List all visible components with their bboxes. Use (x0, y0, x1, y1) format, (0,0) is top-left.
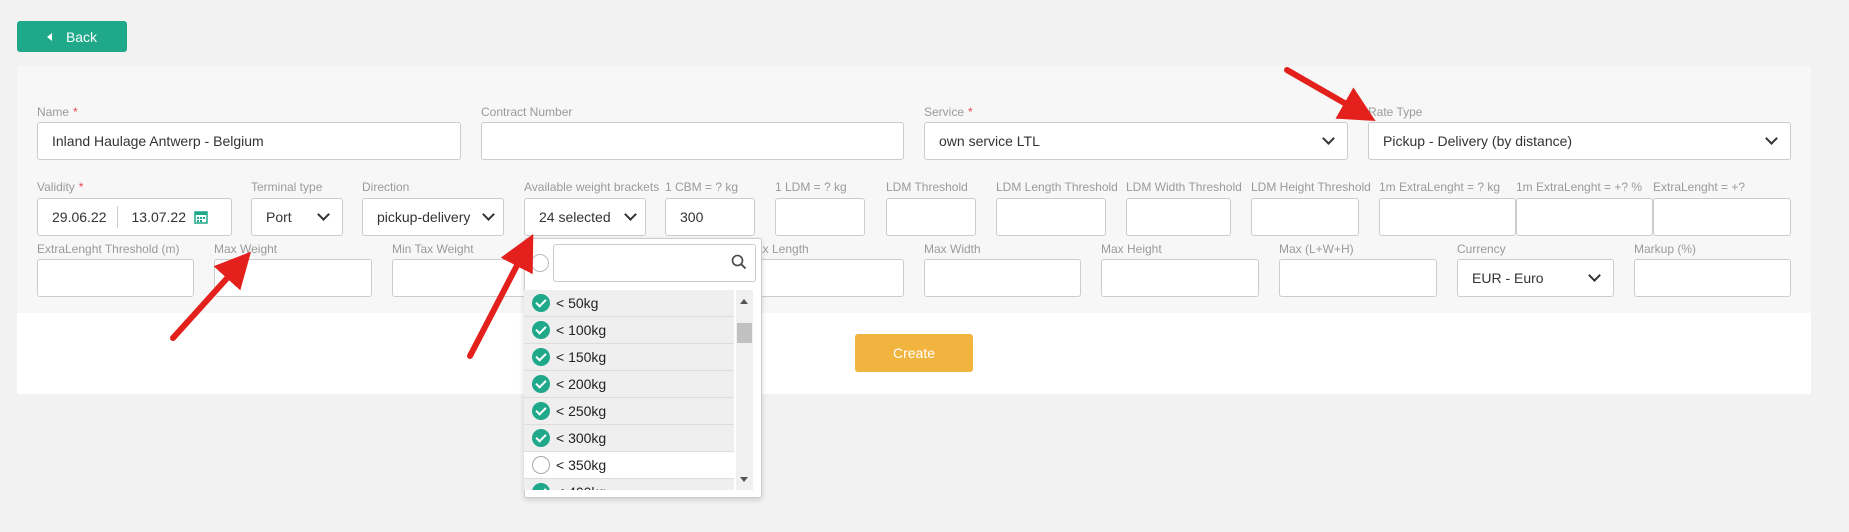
terminal-type-label: Terminal type (251, 180, 323, 194)
search-icon (731, 254, 747, 270)
ldm-height-threshold-label: LDM Height Threshold (1251, 180, 1371, 194)
dropdown-scrollbar[interactable] (736, 290, 753, 490)
contract-number-label: Contract Number (481, 105, 573, 119)
chevron-down-icon (482, 208, 495, 221)
calendar-icon[interactable] (194, 210, 208, 224)
validity-to[interactable]: 13.07.22 (118, 209, 195, 225)
dropdown-option-label: < 400kg (556, 484, 606, 490)
empty-circle-icon (532, 456, 550, 474)
dropdown-option[interactable]: < 150kg (524, 344, 734, 371)
dropdown-option[interactable]: < 100kg (524, 317, 734, 344)
select-all-radio[interactable] (531, 254, 549, 272)
dropdown-option-list: < 50kg < 100kg < 150kg < 200kg < 250kg < 300k… (524, 290, 734, 490)
direction-select[interactable]: pickup-delivery (362, 198, 504, 236)
check-circle-icon (532, 294, 550, 312)
extra-length-kg-input[interactable] (1379, 198, 1516, 236)
max-width-input[interactable] (924, 259, 1081, 297)
extra-length-plus-label: ExtraLenght = +? (1653, 180, 1746, 194)
dropdown-option-label: < 50kg (556, 295, 599, 311)
chevron-down-icon (1765, 132, 1778, 145)
dropdown-search-input[interactable] (553, 244, 756, 282)
dropdown-option[interactable]: < 250kg (524, 398, 734, 425)
chevron-down-icon (1588, 269, 1601, 282)
ldm-height-threshold-input[interactable] (1251, 198, 1359, 236)
chevron-down-icon (317, 208, 330, 221)
cbm-input[interactable]: 300 (665, 198, 755, 236)
ldm-width-threshold-label: LDM Width Threshold (1126, 180, 1242, 194)
check-circle-icon (532, 402, 550, 420)
check-circle-icon (532, 429, 550, 447)
max-width-label: Max Width (924, 242, 981, 256)
check-circle-icon (532, 321, 550, 339)
chevron-down-icon (1322, 132, 1335, 145)
markup-input[interactable] (1634, 259, 1791, 297)
caret-left-icon (46, 32, 52, 41)
chevron-down-icon (624, 208, 637, 221)
terminal-type-select[interactable]: Port (251, 198, 343, 236)
dropdown-option-label: < 350kg (556, 457, 607, 473)
validity-range[interactable]: 29.06.22 13.07.22 (37, 198, 232, 236)
dropdown-option-label: < 100kg (556, 322, 607, 338)
extra-length-plus-input[interactable] (1653, 198, 1791, 236)
name-label: Name * (37, 105, 78, 119)
max-lwh-input[interactable] (1279, 259, 1437, 297)
dropdown-option-label: < 300kg (556, 430, 607, 446)
back-button[interactable]: Back (17, 21, 127, 52)
extra-length-pct-label: 1m ExtraLenght = +? % (1516, 180, 1643, 194)
service-label: Service * (924, 105, 973, 119)
dropdown-option-label: < 200kg (556, 376, 607, 392)
back-label: Back (65, 28, 98, 45)
scroll-up-icon[interactable] (740, 299, 748, 304)
max-height-input[interactable] (1101, 259, 1259, 297)
dropdown-option[interactable]: < 200kg (524, 371, 734, 398)
max-lwh-label: Max (L+W+H) (1279, 242, 1354, 256)
max-length-input[interactable] (746, 259, 904, 297)
dropdown-option[interactable]: < 300kg (524, 425, 734, 452)
extra-length-pct-input[interactable] (1516, 198, 1653, 236)
rate-type-select[interactable]: Pickup - Delivery (by distance) (1368, 122, 1791, 160)
markup-label: Markup (%) (1634, 242, 1697, 256)
validity-label: Validity * (37, 180, 84, 194)
max-weight-label: Max Weight (214, 242, 278, 256)
max-height-label: Max Height (1101, 242, 1162, 256)
ldm-input[interactable] (775, 198, 865, 236)
ldm-threshold-input[interactable] (886, 198, 976, 236)
min-tax-weight-label: Min Tax Weight (392, 242, 474, 256)
weight-brackets-select[interactable]: 24 selected (524, 198, 646, 236)
dropdown-option-label: < 150kg (556, 349, 607, 365)
extra-length-threshold-label: ExtraLenght Threshold (m) (37, 242, 180, 256)
ldm-label: 1 LDM = ? kg (775, 180, 847, 194)
dropdown-option[interactable]: < 400kg (524, 479, 734, 490)
validity-from[interactable]: 29.06.22 (38, 209, 117, 225)
max-weight-input[interactable] (214, 259, 372, 297)
dropdown-option-label: < 250kg (556, 403, 607, 419)
ldm-threshold-label: LDM Threshold (886, 180, 968, 194)
extra-length-threshold-input[interactable] (37, 259, 194, 297)
scrollbar-thumb[interactable] (737, 323, 752, 343)
name-input[interactable]: Inland Haulage Antwerp - Belgium (37, 122, 461, 160)
check-circle-icon (532, 375, 550, 393)
ldm-width-threshold-input[interactable] (1126, 198, 1231, 236)
dropdown-option[interactable]: < 50kg (524, 290, 734, 317)
rate-type-label: Rate Type (1368, 105, 1423, 119)
scroll-down-icon[interactable] (740, 477, 748, 482)
direction-label: Direction (362, 180, 410, 194)
extra-length-kg-label: 1m ExtraLenght = ? kg (1379, 180, 1501, 194)
ldm-length-threshold-input[interactable] (996, 198, 1106, 236)
weight-brackets-label: Available weight brackets (524, 180, 660, 194)
currency-label: Currency (1457, 242, 1506, 256)
service-select[interactable]: own service LTL (924, 122, 1348, 160)
cbm-label: 1 CBM = ? kg (665, 180, 739, 194)
contract-number-input[interactable] (481, 122, 904, 160)
dropdown-option[interactable]: < 350kg (524, 452, 734, 479)
currency-select[interactable]: EUR - Euro (1457, 259, 1614, 297)
check-circle-icon (532, 483, 550, 490)
ldm-length-threshold-label: LDM Length Threshold (996, 180, 1118, 194)
create-button[interactable]: Create (855, 334, 973, 372)
check-circle-icon (532, 348, 550, 366)
